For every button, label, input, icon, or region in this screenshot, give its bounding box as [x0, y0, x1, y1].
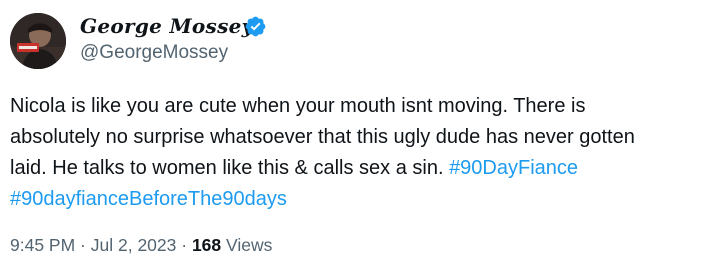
tweet-card: George Mossey @GeorgeMossey Nicola is li… — [0, 0, 720, 266]
tweet-time[interactable]: 9:45 PM — [10, 235, 75, 255]
profile-photo-icon — [10, 13, 66, 69]
tweet-text-line: #90dayfianceBeforeThe90days — [10, 184, 720, 215]
meta-separator: · — [75, 235, 91, 255]
tweet-text-segment: laid. He talks to women like this & call… — [10, 157, 450, 179]
tweet-text-line: Nicola is like you are cute when your mo… — [10, 95, 586, 117]
meta-separator: · — [176, 235, 192, 255]
author-handle[interactable]: @GeorgeMossey — [80, 41, 228, 65]
author-display-name[interactable]: George Mossey — [80, 13, 254, 39]
hashtag-link[interactable]: #90dayfianceBeforeThe90days — [10, 188, 287, 210]
views-label: Views — [221, 235, 273, 255]
verified-badge-icon — [245, 16, 266, 37]
tweet-metadata: 9:45 PM · Jul 2, 2023 · 168 Views — [10, 234, 272, 256]
hashtag-link[interactable]: #90DayFiance — [449, 157, 578, 179]
views-count: 168 — [191, 235, 222, 255]
tweet-date[interactable]: Jul 2, 2023 — [91, 235, 177, 255]
tweet-text: Nicola is like you are cute when your mo… — [10, 91, 720, 215]
avatar[interactable] — [10, 13, 66, 69]
tweet-text-line: laid. He talks to women like this & call… — [10, 153, 720, 184]
tweet-text-line: absolutely no surprise whatsoever that t… — [10, 126, 635, 148]
